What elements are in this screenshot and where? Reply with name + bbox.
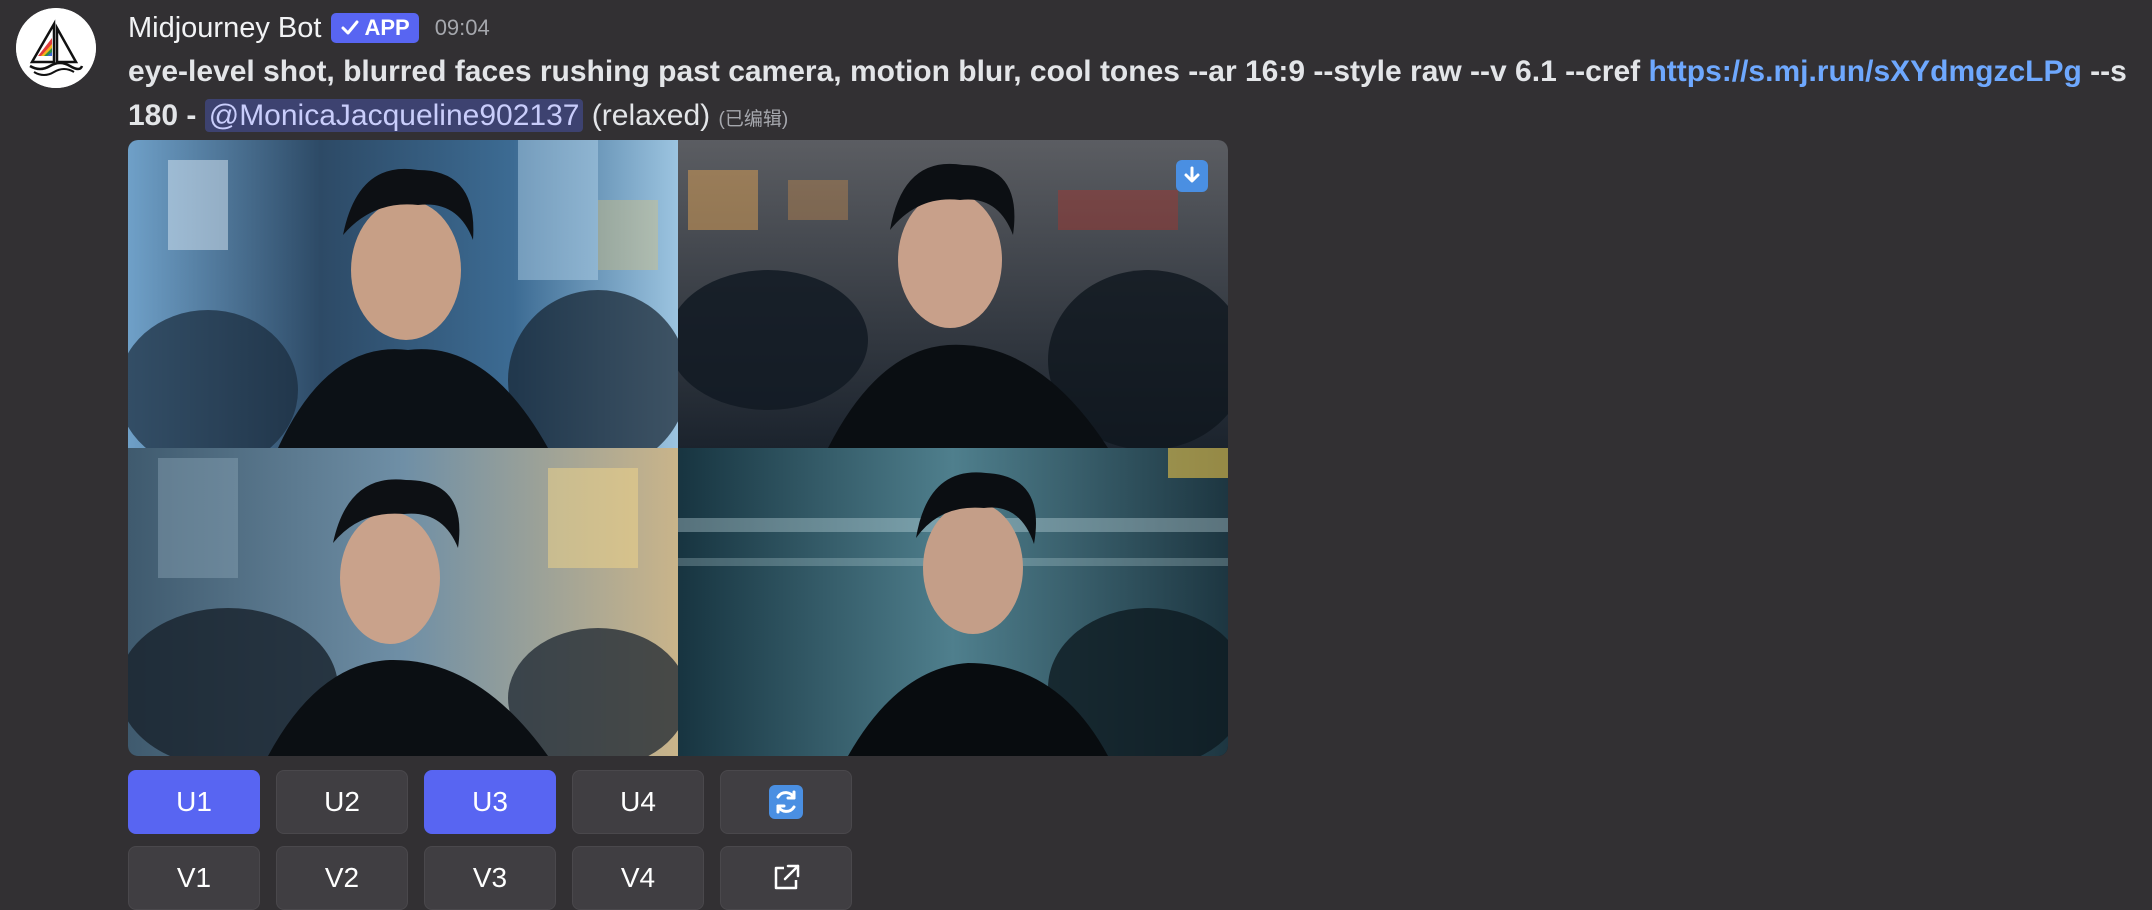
portrait-image-3 [128, 448, 678, 756]
badge-label: APP [364, 15, 410, 40]
reroll-button[interactable] [720, 770, 852, 834]
upscale-1-button[interactable]: U1 [128, 770, 260, 834]
image-grid[interactable] [128, 140, 1228, 756]
sailboat-logo-icon [16, 8, 96, 88]
upscale-3-button[interactable]: U3 [424, 770, 556, 834]
portrait-image-2 [678, 140, 1228, 448]
image-panel-2[interactable] [678, 140, 1228, 448]
user-mention[interactable]: @MonicaJacqueline902137 [204, 99, 584, 132]
author-name[interactable]: Midjourney Bot [128, 12, 321, 45]
image-panel-3[interactable] [128, 448, 678, 756]
image-panel-4[interactable] [678, 448, 1228, 756]
open-web-button[interactable] [720, 846, 852, 910]
upscale-button-row: U1 U2 U3 U4 [128, 770, 852, 834]
cref-link[interactable]: https://s.mj.run/sXYdmgzcLPg [1648, 55, 2081, 88]
portrait-image-1 [128, 140, 678, 448]
mode-label: (relaxed) [583, 99, 719, 132]
upscale-2-button[interactable]: U2 [276, 770, 408, 834]
variation-1-button[interactable]: V1 [128, 846, 260, 910]
refresh-icon [769, 785, 803, 819]
variation-3-button[interactable]: V3 [424, 846, 556, 910]
bot-message: Midjourney Bot APP 09:04 eye-level shot,… [0, 0, 2152, 910]
message-content: eye-level shot, blurred faces rushing pa… [128, 50, 2148, 142]
upscale-4-button[interactable]: U4 [572, 770, 704, 834]
portrait-image-4 [678, 448, 1228, 756]
variation-button-row: V1 V2 V3 V4 [128, 846, 852, 910]
image-panel-1[interactable] [128, 140, 678, 448]
message-header: Midjourney Bot APP 09:04 [128, 6, 490, 50]
variation-2-button[interactable]: V2 [276, 846, 408, 910]
edited-label: (已编辑) [718, 109, 789, 130]
external-link-icon [774, 864, 800, 890]
bot-avatar[interactable] [16, 8, 96, 88]
variation-4-button[interactable]: V4 [572, 846, 704, 910]
app-badge: APP [331, 13, 419, 43]
separator: - [178, 99, 205, 132]
download-button[interactable] [1176, 160, 1208, 192]
download-arrow-icon [1184, 166, 1200, 183]
checkmark-icon [341, 20, 359, 35]
prompt-text: eye-level shot, blurred faces rushing pa… [128, 55, 1649, 88]
timestamp[interactable]: 09:04 [435, 15, 490, 41]
